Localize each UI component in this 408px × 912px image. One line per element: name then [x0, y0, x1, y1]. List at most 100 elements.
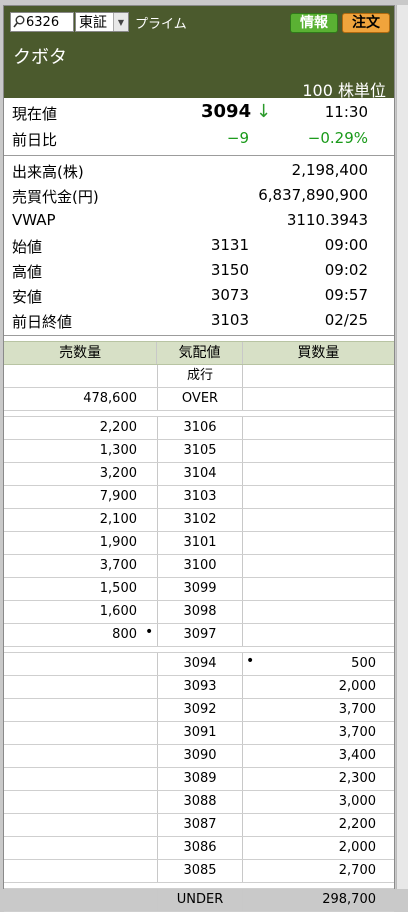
- bid-price: 3090: [157, 745, 242, 767]
- stat-value: 3103: [210, 311, 249, 329]
- ask-price: 3104: [157, 463, 242, 485]
- ask-row: 2,100 3102: [4, 509, 394, 532]
- ask-price: 3105: [157, 440, 242, 462]
- bid-qty: 2,000: [242, 676, 394, 698]
- bid-qty: 3,400: [242, 745, 394, 767]
- stat-label: 売買代金(円): [12, 188, 99, 206]
- ask-buy-empty: [242, 440, 394, 462]
- bid-qty: 3,000: [242, 791, 394, 813]
- market-order-label: 成行: [157, 365, 242, 387]
- ask-row: 3,200 3104: [4, 463, 394, 486]
- chevron-down-icon[interactable]: ▼: [113, 13, 128, 31]
- stat-value-right: 09:02: [324, 261, 368, 279]
- buy-qty-header: 買数量: [241, 342, 394, 364]
- info-button[interactable]: 情報: [290, 13, 338, 33]
- bid-price: 3091: [157, 722, 242, 744]
- bid-row: 3092 3,700: [4, 699, 394, 722]
- stat-value-right: 09:00: [324, 236, 368, 254]
- ask-row: 1,500 3099: [4, 578, 394, 601]
- bid-marker: •: [246, 653, 255, 669]
- bid-price: 3094: [157, 653, 242, 675]
- over-label: OVER: [157, 388, 242, 410]
- bid-sell-empty: [4, 768, 157, 790]
- market-segment: プライム: [135, 16, 187, 32]
- bid-sell-empty: [4, 814, 157, 836]
- market-select[interactable]: 東証 ▼: [75, 12, 129, 32]
- current-price-label: 現在値: [12, 105, 58, 123]
- bid-price: 3089: [157, 768, 242, 790]
- search-icon: [13, 15, 25, 29]
- toolbar: 6326 東証 ▼ プライム: [10, 12, 187, 32]
- ask-buy-empty: [242, 486, 394, 508]
- ask-row: 1,600 3098: [4, 601, 394, 624]
- bid-row: 3093 2,000: [4, 676, 394, 699]
- company-name: クボタ: [13, 47, 67, 68]
- ask-qty: 800: [112, 627, 137, 642]
- under-qty: 298,700: [242, 889, 394, 911]
- sell-qty-header: 売数量: [59, 345, 102, 361]
- ask-price: 3102: [157, 509, 242, 531]
- price-change: −9: [226, 129, 249, 147]
- ask-buy-empty: [242, 509, 394, 531]
- price-section: 現在値 3094 ↓ 11:30 前日比 −9 −0.29%: [4, 98, 394, 156]
- ask-buy-empty: [242, 555, 394, 577]
- ask-qty: 1,600: [99, 604, 137, 619]
- ask-buy-empty: [242, 601, 394, 623]
- stat-row: 出来高(株) 2,198,400: [4, 158, 394, 183]
- ask-buy-empty: [242, 463, 394, 485]
- stat-value-right: 3110.3943: [286, 211, 368, 229]
- market-order-row: 成行: [4, 365, 394, 388]
- order-button[interactable]: 注文: [342, 13, 390, 33]
- bid-price: 3086: [157, 837, 242, 859]
- ask-buy-empty: [242, 532, 394, 554]
- scrollbar[interactable]: [396, 5, 408, 889]
- bid-sell-empty: [4, 653, 157, 675]
- stock-code-value: 6326: [26, 14, 60, 30]
- current-price: 3094: [201, 101, 252, 122]
- bid-price: 3093: [157, 676, 242, 698]
- stat-value: 3150: [210, 261, 249, 279]
- bid-sell-empty: [4, 722, 157, 744]
- bid-sell-empty: [4, 699, 157, 721]
- ask-price: 3106: [157, 417, 242, 439]
- bid-qty: 2,200: [242, 814, 394, 836]
- quote-board-window: 6326 東証 ▼ プライム 情報 注文 クボタ 100 株単位 現在値 309…: [3, 5, 395, 912]
- ask-qty: 1,900: [99, 535, 137, 550]
- ask-row: 7,900 3103: [4, 486, 394, 509]
- stat-value-right: 09:57: [324, 286, 368, 304]
- order-book-header: 売数量 気配値 買数量: [4, 341, 394, 365]
- ask-qty: 2,200: [99, 420, 137, 435]
- ask-row: 2,200 3106: [4, 417, 394, 440]
- ask-row: 800 3097 •: [4, 624, 394, 647]
- bid-row: 3091 3,700: [4, 722, 394, 745]
- stock-code-input[interactable]: 6326: [10, 12, 74, 32]
- bid-qty: 500: [242, 653, 394, 675]
- stat-value: 3073: [210, 286, 249, 304]
- market-value: 東証: [79, 15, 107, 31]
- stat-value-right: 6,837,890,900: [258, 186, 368, 204]
- stat-label: 始値: [12, 238, 43, 256]
- ask-price: 3101: [157, 532, 242, 554]
- bid-sell-empty: [4, 860, 157, 882]
- bid-row: 3085 2,700: [4, 860, 394, 883]
- ask-qty: 7,900: [99, 489, 137, 504]
- over-qty: 478,600: [83, 391, 137, 406]
- stat-value: 3131: [210, 236, 249, 254]
- bid-qty: 2,300: [242, 768, 394, 790]
- bid-qty: 3,700: [242, 722, 394, 744]
- bid-row: 3089 2,300: [4, 768, 394, 791]
- bid-price: 3085: [157, 860, 242, 882]
- header: 6326 東証 ▼ プライム 情報 注文 クボタ 100 株単位: [4, 6, 394, 100]
- bid-row: 3087 2,200: [4, 814, 394, 837]
- bid-qty: 2,700: [242, 860, 394, 882]
- stat-row: 前日終値 3103 02/25: [4, 308, 394, 333]
- ask-buy-empty: [242, 624, 394, 646]
- price-change-pct: −0.29%: [307, 129, 368, 147]
- stat-row: 売買代金(円) 6,837,890,900: [4, 183, 394, 208]
- ask-marker: •: [145, 624, 154, 640]
- under-label: UNDER: [157, 889, 242, 911]
- ask-price: 3097: [157, 624, 242, 646]
- ask-buy-empty: [242, 417, 394, 439]
- bid-sell-empty: [4, 791, 157, 813]
- stat-row: 安値 3073 09:57: [4, 283, 394, 308]
